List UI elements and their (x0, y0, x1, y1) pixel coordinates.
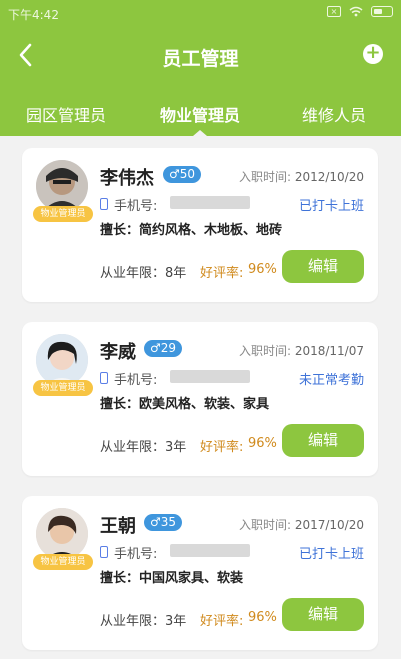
edit-button[interactable]: 编辑 (282, 424, 364, 457)
edit-button[interactable]: 编辑 (282, 598, 364, 631)
hire-date-label: 入职时间: (238, 518, 291, 532)
add-employee-button[interactable]: + (363, 44, 383, 64)
employee-name: 王朝 (100, 516, 136, 537)
app-header: 下午4:42 × 员工管理 + 园区管理员 物业管理员 维修人员 (0, 0, 401, 136)
rating-label: 好评率: (200, 266, 244, 281)
rating-value: 96% (248, 436, 277, 451)
attendance-status: 未正常考勤 (298, 373, 364, 388)
rating-label: 好评率: (200, 614, 244, 629)
hire-date-label: 入职时间: (238, 344, 291, 358)
phone-number-redacted (170, 370, 250, 383)
phone-icon (100, 198, 108, 210)
title-bar: 员工管理 + (0, 36, 401, 76)
tab-park-admin[interactable]: 园区管理员 (26, 102, 106, 126)
hire-date: 入职时间: 2018/11/07 (239, 342, 364, 359)
rating-value: 96% (248, 262, 277, 277)
wifi-icon (349, 6, 363, 17)
attendance-status: 已打卡上班 (298, 547, 364, 562)
experience-years: 从业年限：8年 (100, 266, 187, 281)
hire-date: 入职时间: 2012/10/20 (239, 168, 364, 185)
phone-icon (100, 372, 108, 384)
phone-icon (100, 546, 108, 558)
rating-value: 96% (248, 610, 277, 625)
skills: 擅长：中国风家具、软装 (100, 571, 244, 586)
signal-icon: × (327, 6, 341, 17)
avatar (36, 160, 88, 212)
role-badge: 物业管理员 (33, 206, 93, 222)
tab-property-admin[interactable]: 物业管理员 (160, 102, 240, 126)
role-badge: 物业管理员 (33, 380, 93, 396)
tab-maintenance[interactable]: 维修人员 (302, 102, 366, 126)
status-bar: 下午4:42 × (0, 0, 401, 26)
hire-date-value: 2017/10/20 (294, 518, 364, 532)
employee-card[interactable]: 物业管理员 王朝 ♂35 入职时间: 2017/10/20 手机号: 已打卡上班… (22, 496, 378, 650)
hire-date-value: 2018/11/07 (294, 344, 364, 358)
gender-age-badge: ♂29 (144, 340, 183, 357)
hire-date: 入职时间: 2017/10/20 (239, 516, 364, 533)
gender-age-badge: ♂50 (163, 166, 202, 183)
role-badge: 物业管理员 (33, 554, 93, 570)
employee-card[interactable]: 物业管理员 李伟杰 ♂50 入职时间: 2012/10/20 手机号: 已打卡上… (22, 148, 378, 302)
active-tab-indicator (193, 130, 207, 136)
avatar (36, 508, 88, 560)
employee-card[interactable]: 物业管理员 李威 ♂29 入职时间: 2018/11/07 手机号: 未正常考勤… (22, 322, 378, 476)
tab-bar: 园区管理员 物业管理员 维修人员 (0, 96, 401, 136)
employee-name: 李威 (100, 342, 136, 363)
phone-label: 手机号: (114, 373, 158, 388)
experience-years: 从业年限：3年 (100, 614, 187, 629)
phone-label: 手机号: (114, 199, 158, 214)
rating-label: 好评率: (200, 440, 244, 455)
gender-age-badge: ♂35 (144, 514, 183, 531)
employee-name: 李伟杰 (100, 168, 154, 189)
hire-date-label: 入职时间: (238, 170, 291, 184)
skills: 擅长：欧美风格、软装、家具 (100, 397, 270, 412)
plus-icon: + (365, 42, 381, 63)
avatar (36, 334, 88, 386)
attendance-status: 已打卡上班 (298, 199, 364, 214)
status-time: 下午4:42 (8, 8, 59, 22)
phone-number-redacted (170, 544, 250, 557)
edit-button[interactable]: 编辑 (282, 250, 364, 283)
phone-number-redacted (170, 196, 250, 209)
skills: 擅长：简约风格、木地板、地砖 (100, 223, 283, 238)
battery-icon (371, 6, 393, 17)
status-icons: × (327, 6, 393, 17)
phone-label: 手机号: (114, 547, 158, 562)
hire-date-value: 2012/10/20 (294, 170, 364, 184)
page-title: 员工管理 (162, 48, 239, 70)
experience-years: 从业年限：3年 (100, 440, 187, 455)
